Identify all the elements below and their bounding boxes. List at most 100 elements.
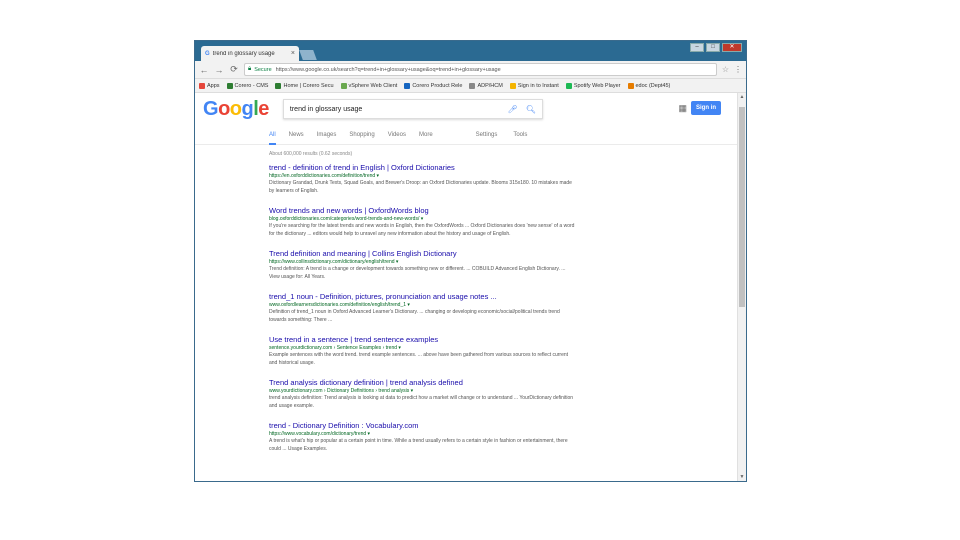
- tab-title: trend in glossary usage: [212, 50, 275, 57]
- bookmark-label: Spotify Web Player: [573, 82, 621, 89]
- search-result: Trend analysis dictionary definition | t…: [269, 378, 575, 410]
- result-url[interactable]: https://en.oxforddictionaries.com/defini…: [269, 173, 575, 179]
- bookmark-favicon-icon: [565, 82, 572, 89]
- sign-in-button[interactable]: Sign in: [691, 101, 721, 115]
- bookmark-item[interactable]: Apps: [199, 82, 220, 89]
- result-snippet: Trend definition: A trend is a change or…: [269, 266, 566, 280]
- result-url[interactable]: https://www.collinsdictionary.com/dictio…: [269, 259, 575, 265]
- bookmark-item[interactable]: Home | Corero Secu: [275, 82, 334, 89]
- bookmark-label: Apps: [207, 82, 220, 89]
- result-snippet: If you're searching for the latest trend…: [269, 223, 575, 237]
- bookmark-favicon-icon: [275, 82, 282, 89]
- forward-icon[interactable]: →: [214, 65, 224, 75]
- result-url[interactable]: sentence.yourdictionary.com › Sentence E…: [269, 345, 575, 351]
- search-result: trend_1 noun - Definition, pictures, pro…: [269, 292, 575, 324]
- search-result: Use trend in a sentence | trend sentence…: [269, 335, 575, 367]
- bookmark-label: ADP/HCM: [477, 82, 503, 89]
- tab-videos[interactable]: Videos: [388, 132, 406, 138]
- result-title[interactable]: trend - Dictionary Definition : Vocabula…: [269, 421, 575, 430]
- tab-shopping[interactable]: Shopping: [349, 132, 374, 138]
- bookmark-favicon-icon: [469, 82, 476, 89]
- bookmark-label: Sign in to Instant: [517, 82, 559, 89]
- url-text: https://www.google.co.uk/search?q=trend+…: [275, 66, 501, 73]
- secure-label: Secure: [254, 66, 272, 73]
- browser-tab[interactable]: G trend in glossary usage ×: [201, 46, 299, 61]
- window-controls: – □ ✕: [690, 43, 742, 52]
- google-results-page: Google trend in glossary usage 🎤︎ 🔍︎ ▦ S…: [195, 93, 737, 481]
- bookmark-item[interactable]: vSphere Web Client: [340, 82, 398, 89]
- google-favicon-icon: G: [205, 50, 210, 57]
- results-list: trend - definition of trend in English |…: [195, 163, 575, 453]
- result-title[interactable]: Trend definition and meaning | Collins E…: [269, 249, 575, 258]
- maximize-button[interactable]: □: [706, 43, 720, 52]
- bookmark-label: edoc (Dept45): [635, 82, 671, 89]
- result-title[interactable]: Trend analysis dictionary definition | t…: [269, 378, 575, 387]
- result-title[interactable]: Word trends and new words | OxfordWords …: [269, 206, 575, 215]
- bookmark-favicon-icon: [404, 82, 411, 89]
- browser-menu-icon[interactable]: ⋮: [734, 65, 742, 74]
- search-icon[interactable]: 🔍︎: [526, 105, 536, 114]
- result-snippet: A trend is what's hip or popular at a ce…: [269, 438, 568, 452]
- scrollbar-thumb[interactable]: [739, 107, 745, 307]
- microphone-icon[interactable]: 🎤︎: [508, 105, 518, 114]
- bookmark-item[interactable]: Corero - CMS: [226, 82, 269, 89]
- bookmark-label: Corero - CMS: [234, 82, 269, 89]
- scroll-up-icon[interactable]: ▲: [738, 93, 746, 101]
- lock-icon: 🔒︎: [248, 66, 252, 72]
- google-logo[interactable]: Google: [203, 98, 269, 121]
- bookmark-star-icon[interactable]: ☆: [722, 65, 729, 74]
- title-bar: G trend in glossary usage × – □ ✕: [195, 41, 746, 61]
- bookmark-item[interactable]: Corero Product Rele: [404, 82, 463, 89]
- result-title[interactable]: trend - definition of trend in English |…: [269, 163, 575, 172]
- result-snippet: Example sentences with the word trend. t…: [269, 352, 569, 366]
- google-header: Google trend in glossary usage 🎤︎ 🔍︎ ▦ S…: [195, 93, 737, 125]
- close-window-button[interactable]: ✕: [722, 43, 742, 52]
- result-snippet: trend analysis definition: Trend analysi…: [269, 395, 574, 409]
- bookmark-favicon-icon: [340, 82, 347, 89]
- scroll-down-icon[interactable]: ▼: [738, 473, 746, 481]
- result-url[interactable]: https://www.vocabulary.com/dictionary/tr…: [269, 431, 575, 437]
- search-result: trend - Dictionary Definition : Vocabula…: [269, 421, 575, 453]
- bookmark-favicon-icon: [627, 82, 634, 89]
- bookmark-label: Home | Corero Secu: [283, 82, 334, 89]
- tab-more[interactable]: More: [419, 132, 433, 138]
- bookmarks-bar: Apps Corero - CMS Home | Corero Secu vSpher…: [195, 79, 746, 93]
- new-tab-button[interactable]: [299, 50, 317, 60]
- search-result: trend - definition of trend in English |…: [269, 163, 575, 195]
- bookmark-favicon-icon: [509, 82, 516, 89]
- bookmark-item[interactable]: Spotify Web Player: [565, 82, 621, 89]
- result-url[interactable]: www.yourdictionary.com › Dictionary Defi…: [269, 388, 575, 394]
- result-stats: About 600,000 results (0.62 seconds): [269, 151, 353, 157]
- result-url[interactable]: www.oxfordlearnersdictionaries.com/defin…: [269, 302, 575, 308]
- search-tabs: All News Images Shopping Videos More Set…: [195, 125, 737, 145]
- apps-grid-icon[interactable]: ▦: [678, 103, 687, 114]
- bookmark-favicon-icon: [199, 82, 205, 89]
- minimize-button[interactable]: –: [690, 43, 704, 52]
- browser-window: G trend in glossary usage × – □ ✕ ← → ⟳ …: [194, 40, 747, 482]
- back-icon[interactable]: ←: [199, 65, 209, 75]
- bookmark-item[interactable]: ADP/HCM: [469, 82, 503, 89]
- search-result: Trend definition and meaning | Collins E…: [269, 249, 575, 281]
- page-scrollbar[interactable]: ▲ ▼: [737, 93, 746, 481]
- result-snippet: Definition of trend_1 noun in Oxford Adv…: [269, 309, 560, 323]
- result-snippet: Dictionary Grandad, Drunk Texts, Squad G…: [269, 180, 572, 194]
- search-result: Word trends and new words | OxfordWords …: [269, 206, 575, 238]
- bookmark-item[interactable]: edoc (Dept45): [627, 82, 671, 89]
- result-title[interactable]: trend_1 noun - Definition, pictures, pro…: [269, 292, 575, 301]
- reload-icon[interactable]: ⟳: [229, 64, 239, 75]
- result-url[interactable]: blog.oxforddictionaries.com/categories/w…: [269, 216, 575, 222]
- bookmark-item[interactable]: Sign in to Instant: [509, 82, 559, 89]
- address-bar: ← → ⟳ 🔒︎ Secure https://www.google.co.uk…: [195, 61, 746, 79]
- result-title[interactable]: Use trend in a sentence | trend sentence…: [269, 335, 575, 344]
- bookmark-favicon-icon: [226, 82, 233, 89]
- tab-news[interactable]: News: [289, 132, 304, 138]
- settings-link[interactable]: Settings: [476, 132, 498, 138]
- url-field[interactable]: 🔒︎ Secure https://www.google.co.uk/searc…: [244, 63, 717, 76]
- bookmark-label: Corero Product Rele: [412, 82, 463, 89]
- search-input[interactable]: trend in glossary usage 🎤︎ 🔍︎: [282, 99, 543, 119]
- tab-images[interactable]: Images: [317, 132, 337, 138]
- bookmark-label: vSphere Web Client: [348, 82, 398, 89]
- tab-close-icon[interactable]: ×: [291, 50, 295, 57]
- tab-all[interactable]: All: [269, 132, 276, 145]
- tools-link[interactable]: Tools: [513, 132, 527, 138]
